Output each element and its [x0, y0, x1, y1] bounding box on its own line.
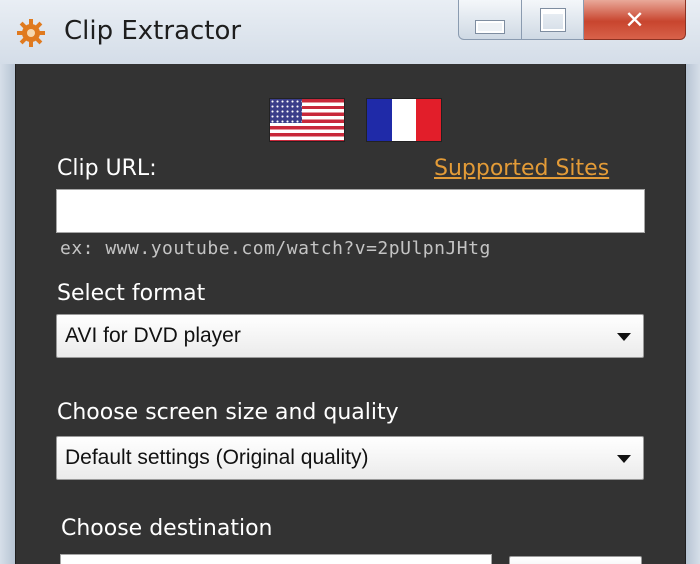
chevron-down-icon: [617, 455, 631, 463]
format-label: Select format: [57, 281, 206, 306]
english-flag-button[interactable]: [269, 98, 345, 142]
window-frame-right: [686, 64, 700, 564]
window-frame-left: [0, 64, 15, 564]
window-title: Clip Extractor: [64, 16, 242, 46]
title-bar[interactable]: Clip Extractor ✕: [0, 0, 700, 64]
french-flag-blue: [367, 99, 392, 141]
url-example-hint: ex: www.youtube.com/watch?v=2pUlpnJHtg: [60, 238, 491, 259]
us-flag-canton: [270, 99, 302, 123]
quality-selected-value: Default settings (Original quality): [65, 446, 369, 469]
minimize-icon: [476, 20, 504, 33]
format-selected-value: AVI for DVD player: [65, 324, 241, 347]
destination-input[interactable]: [60, 554, 492, 564]
gear-icon: [17, 19, 45, 47]
destination-label: Choose destination: [61, 516, 273, 541]
quality-select[interactable]: Default settings (Original quality): [56, 436, 644, 480]
close-icon: ✕: [624, 5, 645, 34]
window-controls: ✕: [458, 0, 686, 42]
maximize-button[interactable]: [522, 0, 584, 40]
clip-url-label: Clip URL:: [57, 156, 157, 181]
clip-url-input[interactable]: [56, 189, 645, 233]
supported-sites-link[interactable]: Supported Sites: [434, 156, 609, 181]
close-button[interactable]: ✕: [584, 0, 686, 40]
french-flag-button[interactable]: [366, 98, 442, 142]
maximize-icon: [540, 8, 565, 31]
french-flag-white: [391, 99, 417, 141]
quality-label: Choose screen size and quality: [57, 400, 399, 425]
chevron-down-icon: [617, 333, 631, 341]
browse-button[interactable]: [509, 556, 642, 564]
minimize-button[interactable]: [458, 0, 522, 40]
clip-extractor-window: Clip Extractor ✕ Clip URL: Supported Sit…: [0, 0, 700, 564]
format-select[interactable]: AVI for DVD player: [56, 314, 644, 358]
french-flag-red: [416, 99, 441, 141]
